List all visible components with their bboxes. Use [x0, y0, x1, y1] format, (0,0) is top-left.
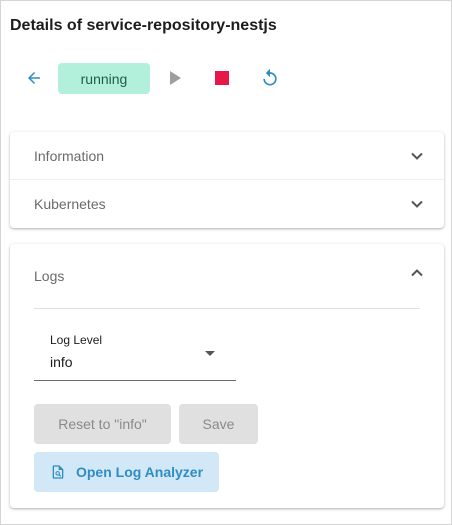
document-search-icon [52, 465, 64, 479]
restart-button[interactable] [258, 66, 282, 90]
save-button[interactable]: Save [179, 404, 258, 444]
panel-information-label: Information [34, 148, 105, 164]
panel-logs-header[interactable]: Logs [10, 252, 444, 300]
details-accordion: Information Kubernetes [10, 132, 444, 228]
log-level-underline [34, 380, 236, 381]
chevron-up-icon [411, 269, 423, 277]
chevron-down-icon [411, 200, 423, 208]
panel-kubernetes[interactable]: Kubernetes [10, 180, 444, 228]
status-badge: running [58, 63, 150, 94]
panel-kubernetes-label: Kubernetes [34, 196, 106, 212]
open-log-analyzer-label: Open Log Analyzer [75, 464, 204, 480]
start-button[interactable] [165, 67, 185, 89]
dropdown-arrow-icon [205, 351, 215, 356]
arrow-left-icon [28, 72, 40, 84]
details-window: Details of service-repository-nestjs run… [0, 0, 452, 525]
page-title: Details of service-repository-nestjs [10, 17, 277, 34]
stop-button[interactable] [211, 67, 233, 89]
chevron-down-icon [411, 152, 423, 160]
back-button[interactable] [23, 67, 45, 89]
logs-divider [34, 308, 420, 309]
stop-icon [215, 71, 229, 85]
panel-information[interactable]: Information [10, 132, 444, 180]
panel-logs-label: Logs [34, 268, 65, 284]
restart-icon [263, 68, 277, 86]
log-level-label: Log Level [50, 333, 103, 347]
play-icon [170, 71, 181, 85]
open-log-analyzer-button[interactable]: Open Log Analyzer [34, 452, 219, 492]
reset-log-level-button[interactable]: Reset to "info" [34, 404, 171, 444]
log-level-value: info [50, 354, 73, 370]
